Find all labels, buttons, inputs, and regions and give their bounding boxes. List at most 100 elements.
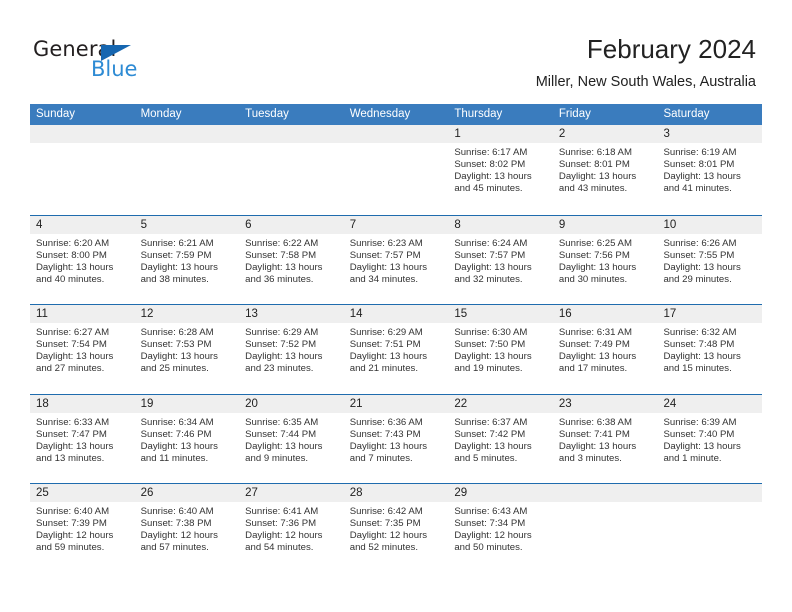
- day-number: 12: [134, 305, 240, 323]
- sunset-text: Sunset: 7:49 PM: [558, 339, 630, 351]
- daylight-text-line2: and 54 minutes.: [245, 542, 314, 554]
- daylight-text-line1: Daylight: 13 hours: [140, 440, 218, 452]
- page-header: General Blue February 2024 Miller, New S…: [0, 0, 792, 100]
- sunrise-text: Sunrise: 6:22 AM: [245, 237, 319, 249]
- day-cell[interactable]: 1 Sunrise: 6:17 AM Sunset: 8:02 PM Dayli…: [448, 125, 553, 215]
- day-cell[interactable]: 10 Sunrise: 6:26 AM Sunset: 7:55 PM Dayl…: [657, 215, 763, 304]
- day-details: Sunrise: 6:37 AM Sunset: 7:42 PM Dayligh…: [448, 413, 553, 465]
- day-number: 16: [552, 305, 658, 323]
- day-cell[interactable]: 22 Sunrise: 6:37 AM Sunset: 7:42 PM Dayl…: [448, 394, 553, 483]
- weekday-header-row: Sunday Monday Tuesday Wednesday Thursday…: [30, 104, 762, 125]
- day-cell[interactable]: 3 Sunrise: 6:19 AM Sunset: 8:01 PM Dayli…: [657, 125, 763, 215]
- day-cell[interactable]: 15 Sunrise: 6:30 AM Sunset: 7:50 PM Dayl…: [448, 305, 553, 394]
- sunset-text: Sunset: 7:34 PM: [454, 518, 526, 530]
- sunset-text: Sunset: 7:55 PM: [663, 249, 735, 261]
- day-details: Sunrise: 6:24 AM Sunset: 7:57 PM Dayligh…: [448, 234, 553, 286]
- sunrise-text: Sunrise: 6:36 AM: [349, 416, 423, 428]
- day-cell[interactable]: 4 Sunrise: 6:20 AM Sunset: 8:00 PM Dayli…: [30, 215, 135, 304]
- day-cell[interactable]: 17 Sunrise: 6:32 AM Sunset: 7:48 PM Dayl…: [657, 305, 763, 394]
- daylight-text-line1: Daylight: 13 hours: [663, 171, 741, 183]
- sunrise-text: Sunrise: 6:32 AM: [663, 327, 737, 338]
- daylight-text-line2: and 36 minutes.: [245, 273, 314, 285]
- daylight-text-line2: and 9 minutes.: [245, 452, 309, 464]
- day-number: 18: [30, 394, 135, 413]
- sunrise-text: Sunrise: 6:37 AM: [454, 416, 528, 428]
- day-number: 19: [134, 394, 240, 413]
- day-cell[interactable]: 21 Sunrise: 6:36 AM Sunset: 7:43 PM Dayl…: [343, 394, 449, 483]
- sunrise-text: Sunrise: 6:34 AM: [140, 416, 214, 428]
- sunset-text: Sunset: 7:57 PM: [454, 249, 526, 261]
- calendar-page: General Blue February 2024 Miller, New S…: [0, 0, 792, 612]
- sunrise-text: Sunrise: 6:40 AM: [140, 506, 214, 517]
- daylight-text-line1: Daylight: 13 hours: [245, 261, 323, 273]
- day-details: Sunrise: 6:40 AM Sunset: 7:39 PM Dayligh…: [30, 502, 135, 554]
- day-cell[interactable]: 12 Sunrise: 6:28 AM Sunset: 7:53 PM Dayl…: [134, 305, 240, 394]
- day-cell[interactable]: [239, 125, 344, 215]
- sunrise-text: Sunrise: 6:17 AM: [454, 147, 528, 158]
- week-row: 25 Sunrise: 6:40 AM Sunset: 7:39 PM Dayl…: [30, 483, 763, 573]
- day-cell[interactable]: 16 Sunrise: 6:31 AM Sunset: 7:49 PM Dayl…: [552, 305, 658, 394]
- day-cell[interactable]: 6 Sunrise: 6:22 AM Sunset: 7:58 PM Dayli…: [239, 215, 344, 304]
- daylight-text-line2: and 15 minutes.: [663, 363, 732, 375]
- sunrise-text: Sunrise: 6:19 AM: [663, 147, 737, 158]
- day-cell[interactable]: 8 Sunrise: 6:24 AM Sunset: 7:57 PM Dayli…: [448, 215, 553, 304]
- day-cell[interactable]: 13 Sunrise: 6:29 AM Sunset: 7:52 PM Dayl…: [239, 305, 344, 394]
- daylight-text-line2: and 5 minutes.: [454, 452, 518, 464]
- day-cell[interactable]: [657, 484, 763, 573]
- calendar-grid: Sunday Monday Tuesday Wednesday Thursday…: [30, 104, 763, 573]
- day-cell[interactable]: 14 Sunrise: 6:29 AM Sunset: 7:51 PM Dayl…: [343, 305, 449, 394]
- day-cell[interactable]: 9 Sunrise: 6:25 AM Sunset: 7:56 PM Dayli…: [552, 215, 658, 304]
- daylight-text-line1: Daylight: 13 hours: [663, 440, 741, 452]
- day-cell[interactable]: 28 Sunrise: 6:42 AM Sunset: 7:35 PM Dayl…: [343, 484, 449, 573]
- day-number: 2: [552, 125, 658, 143]
- day-cell[interactable]: 24 Sunrise: 6:39 AM Sunset: 7:40 PM Dayl…: [657, 394, 763, 483]
- day-cell[interactable]: 2 Sunrise: 6:18 AM Sunset: 8:01 PM Dayli…: [552, 125, 658, 215]
- daylight-text-line1: Daylight: 13 hours: [36, 440, 114, 452]
- sunset-text: Sunset: 7:39 PM: [36, 518, 107, 530]
- day-details: Sunrise: 6:21 AM Sunset: 7:59 PM Dayligh…: [135, 234, 240, 286]
- sunset-text: Sunset: 7:35 PM: [349, 518, 421, 530]
- day-details: Sunrise: 6:19 AM Sunset: 8:01 PM Dayligh…: [657, 143, 762, 195]
- day-details: Sunrise: 6:18 AM Sunset: 8:01 PM Dayligh…: [553, 143, 658, 195]
- day-number: 26: [134, 484, 240, 502]
- day-cell[interactable]: 27 Sunrise: 6:41 AM Sunset: 7:36 PM Dayl…: [239, 484, 344, 573]
- day-details: Sunrise: 6:26 AM Sunset: 7:55 PM Dayligh…: [657, 234, 762, 286]
- sunset-text: Sunset: 7:46 PM: [140, 428, 212, 440]
- day-cell[interactable]: 11 Sunrise: 6:27 AM Sunset: 7:54 PM Dayl…: [30, 305, 135, 394]
- day-cell[interactable]: 25 Sunrise: 6:40 AM Sunset: 7:39 PM Dayl…: [30, 484, 135, 573]
- sunrise-text: Sunrise: 6:31 AM: [558, 327, 632, 338]
- daylight-text-line1: Daylight: 13 hours: [454, 440, 532, 452]
- page-title: February 2024: [586, 34, 756, 64]
- day-details: Sunrise: 6:25 AM Sunset: 7:56 PM Dayligh…: [553, 234, 658, 286]
- day-cell[interactable]: [30, 125, 135, 215]
- sunrise-text: Sunrise: 6:27 AM: [36, 327, 110, 338]
- daylight-text-line2: and 17 minutes.: [558, 363, 628, 375]
- day-cell[interactable]: 5 Sunrise: 6:21 AM Sunset: 7:59 PM Dayli…: [134, 215, 240, 304]
- day-cell[interactable]: 18 Sunrise: 6:33 AM Sunset: 7:47 PM Dayl…: [30, 394, 135, 483]
- day-number: 17: [657, 305, 763, 323]
- daylight-text-line1: Daylight: 13 hours: [558, 171, 637, 183]
- day-details: Sunrise: 6:23 AM Sunset: 7:57 PM Dayligh…: [344, 234, 449, 286]
- day-details: Sunrise: 6:41 AM Sunset: 7:36 PM Dayligh…: [239, 502, 344, 554]
- day-cell[interactable]: 29 Sunrise: 6:43 AM Sunset: 7:34 PM Dayl…: [448, 484, 553, 573]
- daylight-text-line2: and 11 minutes.: [140, 452, 209, 464]
- daylight-text-line1: Daylight: 12 hours: [36, 530, 114, 542]
- daylight-text-line2: and 29 minutes.: [663, 273, 732, 285]
- day-cell[interactable]: [134, 125, 240, 215]
- day-cell[interactable]: [343, 125, 449, 215]
- daylight-text-line1: Daylight: 12 hours: [245, 530, 323, 542]
- day-cell[interactable]: 23 Sunrise: 6:38 AM Sunset: 7:41 PM Dayl…: [552, 394, 658, 483]
- day-cell[interactable]: 7 Sunrise: 6:23 AM Sunset: 7:57 PM Dayli…: [343, 215, 449, 304]
- sunrise-text: Sunrise: 6:29 AM: [245, 327, 319, 338]
- week-row: 4 Sunrise: 6:20 AM Sunset: 8:00 PM Dayli…: [30, 214, 763, 304]
- day-cell[interactable]: 19 Sunrise: 6:34 AM Sunset: 7:46 PM Dayl…: [134, 394, 240, 483]
- day-details: Sunrise: 6:29 AM Sunset: 7:52 PM Dayligh…: [239, 323, 344, 375]
- daylight-text-line1: Daylight: 12 hours: [140, 530, 218, 542]
- day-cell[interactable]: 20 Sunrise: 6:35 AM Sunset: 7:44 PM Dayl…: [239, 394, 344, 483]
- day-cell[interactable]: [552, 484, 658, 573]
- sunrise-text: Sunrise: 6:35 AM: [245, 416, 319, 428]
- sunset-text: Sunset: 7:41 PM: [558, 428, 630, 440]
- day-number: 7: [343, 215, 449, 234]
- day-cell[interactable]: 26 Sunrise: 6:40 AM Sunset: 7:38 PM Dayl…: [134, 484, 240, 573]
- day-number: 24: [657, 394, 763, 413]
